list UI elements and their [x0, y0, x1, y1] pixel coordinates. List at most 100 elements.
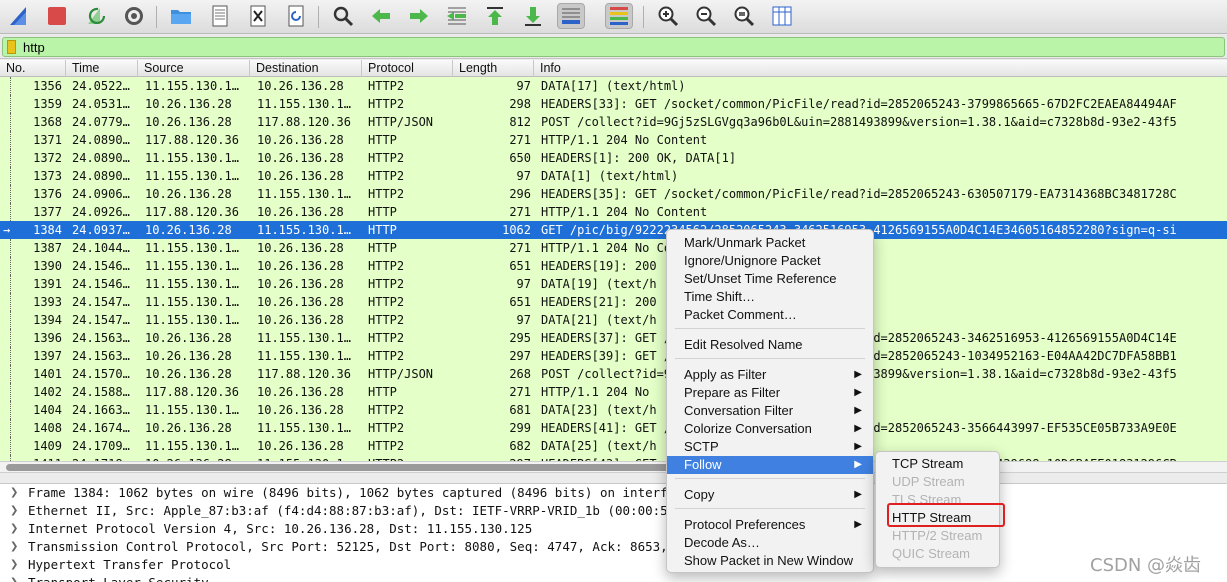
column-header-source[interactable]: Source: [138, 60, 250, 77]
menu-item-mark-unmark-packet[interactable]: Mark/Unmark Packet: [667, 234, 873, 252]
packet-row[interactable]: 1393 24.1547… 11.155.130.1… 10.26.136.28 HTT…: [0, 293, 1227, 311]
expand-chevron-icon[interactable]: ❯: [10, 484, 18, 502]
normal-size-icon[interactable]: [730, 3, 758, 29]
menu-item-conversation-filter[interactable]: Conversation Filter ▶: [667, 402, 873, 420]
column-header-length[interactable]: Length: [453, 60, 534, 77]
filter-bookmark-icon[interactable]: [7, 40, 16, 54]
menu-item-ignore-unignore-packet[interactable]: Ignore/Unignore Packet: [667, 252, 873, 270]
packet-list-horizontal-scrollbar[interactable]: [0, 461, 1227, 473]
detail-tree-label: Transport Layer Security: [28, 575, 209, 582]
go-forward-arrow-icon[interactable]: [405, 3, 433, 29]
packet-row[interactable]: 1356 24.0522… 11.155.130.1… 10.26.136.28 HTT…: [0, 77, 1227, 95]
first-packet-icon[interactable]: [481, 3, 509, 29]
detail-tree-label: Ethernet II, Src: Apple_87:b3:af (f4:d4:…: [28, 503, 751, 518]
expand-chevron-icon[interactable]: ❯: [10, 556, 18, 574]
packet-row[interactable]: 1368 24.0779… 10.26.136.28 117.88.120.36 HTT…: [0, 113, 1227, 131]
packet-row[interactable]: 1387 24.1044… 11.155.130.1… 10.26.136.28 HTT…: [0, 239, 1227, 257]
menu-item-follow[interactable]: Follow ▶: [667, 456, 873, 474]
packet-row[interactable]: 1377 24.0926… 117.88.120.36 10.26.136.28 HTT…: [0, 203, 1227, 221]
csdn-watermark: CSDN @焱齿: [1090, 555, 1202, 576]
packet-row[interactable]: 1408 24.1674… 10.26.136.28 11.155.130.1… HTT…: [0, 419, 1227, 437]
zoom-in-icon[interactable]: [654, 3, 682, 29]
follow-item-tcp-stream[interactable]: TCP Stream: [876, 455, 999, 473]
detail-tree-item[interactable]: ❯ Ethernet II, Src: Apple_87:b3:af (f4:d4…: [0, 502, 1227, 520]
detail-tree-item[interactable]: ❯ Transmission Control Protocol, Src Port…: [0, 538, 1227, 556]
packet-row[interactable]: 1373 24.0890… 11.155.130.1… 10.26.136.28 HTT…: [0, 167, 1227, 185]
menu-item-label: Ignore/Unignore Packet: [684, 253, 821, 268]
packet-protocol: HTTP2: [368, 331, 405, 345]
column-header-destination[interactable]: Destination: [250, 60, 362, 77]
packet-row[interactable]: 1372 24.0890… 11.155.130.1… 10.26.136.28 HTT…: [0, 149, 1227, 167]
detail-tree-item[interactable]: ❯ Internet Protocol Version 4, Src: 10.26…: [0, 520, 1227, 538]
packet-row[interactable]: 1394 24.1547… 11.155.130.1… 10.26.136.28 HTT…: [0, 311, 1227, 329]
menu-separator: [675, 478, 865, 479]
colorize-packet-list-icon[interactable]: [605, 3, 633, 29]
detail-tree-item[interactable]: ❯ Transport Layer Security: [0, 574, 1227, 582]
menu-item-copy[interactable]: Copy ▶: [667, 486, 873, 504]
auto-scroll-icon[interactable]: [557, 3, 585, 29]
menu-item-protocol-preferences[interactable]: Protocol Preferences ▶: [667, 516, 873, 534]
menu-item-set-unset-time-reference[interactable]: Set/Unset Time Reference: [667, 270, 873, 288]
menu-item-packet-comment[interactable]: Packet Comment…: [667, 306, 873, 324]
packet-number: 1408: [33, 421, 62, 435]
restart-capture-icon[interactable]: [82, 3, 110, 29]
menu-item-sctp[interactable]: SCTP ▶: [667, 438, 873, 456]
expand-chevron-icon[interactable]: ❯: [10, 574, 18, 582]
menu-item-edit-resolved-name[interactable]: Edit Resolved Name: [667, 336, 873, 354]
column-header-time[interactable]: Time: [66, 60, 138, 77]
packet-row[interactable]: 1402 24.1588… 117.88.120.36 10.26.136.28 HTT…: [0, 383, 1227, 401]
start-capture-fin-icon[interactable]: [5, 3, 33, 29]
submenu-arrow-icon: ▶: [854, 423, 862, 434]
go-to-packet-icon[interactable]: [443, 3, 471, 29]
display-filter-input[interactable]: [2, 37, 1225, 57]
packet-number: 1376: [33, 187, 62, 201]
column-header-no[interactable]: No.: [0, 60, 66, 77]
column-header-protocol[interactable]: Protocol: [362, 60, 453, 77]
expand-chevron-icon[interactable]: ❯: [10, 538, 18, 556]
go-back-arrow-icon[interactable]: [367, 3, 395, 29]
packet-row[interactable]: 1409 24.1709… 11.155.130.1… 10.26.136.28 HTT…: [0, 437, 1227, 455]
close-file-icon[interactable]: [244, 3, 272, 29]
last-packet-icon[interactable]: [519, 3, 547, 29]
packet-row[interactable]: 1397 24.1563… 10.26.136.28 11.155.130.1… HTT…: [0, 347, 1227, 365]
scrollbar-thumb[interactable]: [6, 464, 686, 471]
zoom-out-icon[interactable]: [692, 3, 720, 29]
detail-tree-item[interactable]: ❯ Frame 1384: 1062 bytes on wire (8496 bi…: [0, 484, 1227, 502]
find-packet-search-icon[interactable]: [329, 3, 357, 29]
detail-tree-label: Hypertext Transfer Protocol: [28, 557, 232, 572]
packet-protocol: HTTP2: [368, 403, 405, 417]
packet-source: 11.155.130.1…: [145, 277, 239, 291]
packet-length: 271: [509, 241, 531, 255]
packet-details-pane: ❯ Frame 1384: 1062 bytes on wire (8496 bi…: [0, 483, 1227, 582]
column-header-info[interactable]: Info: [534, 60, 1227, 77]
packet-source: 10.26.136.28: [145, 349, 232, 363]
expand-chevron-icon[interactable]: ❯: [10, 520, 18, 538]
packet-length: 681: [509, 403, 531, 417]
resize-columns-icon[interactable]: [768, 3, 796, 29]
menu-item-apply-as-filter[interactable]: Apply as Filter ▶: [667, 366, 873, 384]
capture-options-gear-icon[interactable]: [120, 3, 148, 29]
packet-row[interactable]: 1396 24.1563… 10.26.136.28 11.155.130.1… HTT…: [0, 329, 1227, 347]
open-file-folder-icon[interactable]: [167, 3, 195, 29]
menu-item-time-shift[interactable]: Time Shift…: [667, 288, 873, 306]
packet-protocol: HTTP2: [368, 439, 405, 453]
packet-row[interactable]: 1404 24.1663… 11.155.130.1… 10.26.136.28 HTT…: [0, 401, 1227, 419]
detail-tree-item[interactable]: ❯ Hypertext Transfer Protocol: [0, 556, 1227, 574]
save-file-icon[interactable]: [206, 3, 234, 29]
menu-item-prepare-as-filter[interactable]: Prepare as Filter ▶: [667, 384, 873, 402]
menu-item-colorize-conversation[interactable]: Colorize Conversation ▶: [667, 420, 873, 438]
packet-row[interactable]: 1371 24.0890… 117.88.120.36 10.26.136.28 HTT…: [0, 131, 1227, 149]
packet-row[interactable]: 1390 24.1546… 11.155.130.1… 10.26.136.28 HTT…: [0, 257, 1227, 275]
stop-capture-icon[interactable]: [43, 3, 71, 29]
packet-row[interactable]: 1401 24.1570… 10.26.136.28 117.88.120.36 HTT…: [0, 365, 1227, 383]
packet-length: 299: [509, 421, 531, 435]
reload-file-icon[interactable]: [282, 3, 310, 29]
packet-row[interactable]: 1391 24.1546… 11.155.130.1… 10.26.136.28 HTT…: [0, 275, 1227, 293]
expand-chevron-icon[interactable]: ❯: [10, 502, 18, 520]
packet-time: 24.1044…: [72, 241, 130, 255]
menu-item-show-packet-in-new-window[interactable]: Show Packet in New Window: [667, 552, 873, 570]
packet-row[interactable]: 1359 24.0531… 10.26.136.28 11.155.130.1… HTT…: [0, 95, 1227, 113]
selected-packet-row[interactable]: → 1384 24.0937… 10.26.136.28 11.155.130.1… HT…: [0, 221, 1227, 239]
menu-item-decode-as[interactable]: Decode As…: [667, 534, 873, 552]
packet-row[interactable]: 1376 24.0906… 10.26.136.28 11.155.130.1… HTT…: [0, 185, 1227, 203]
